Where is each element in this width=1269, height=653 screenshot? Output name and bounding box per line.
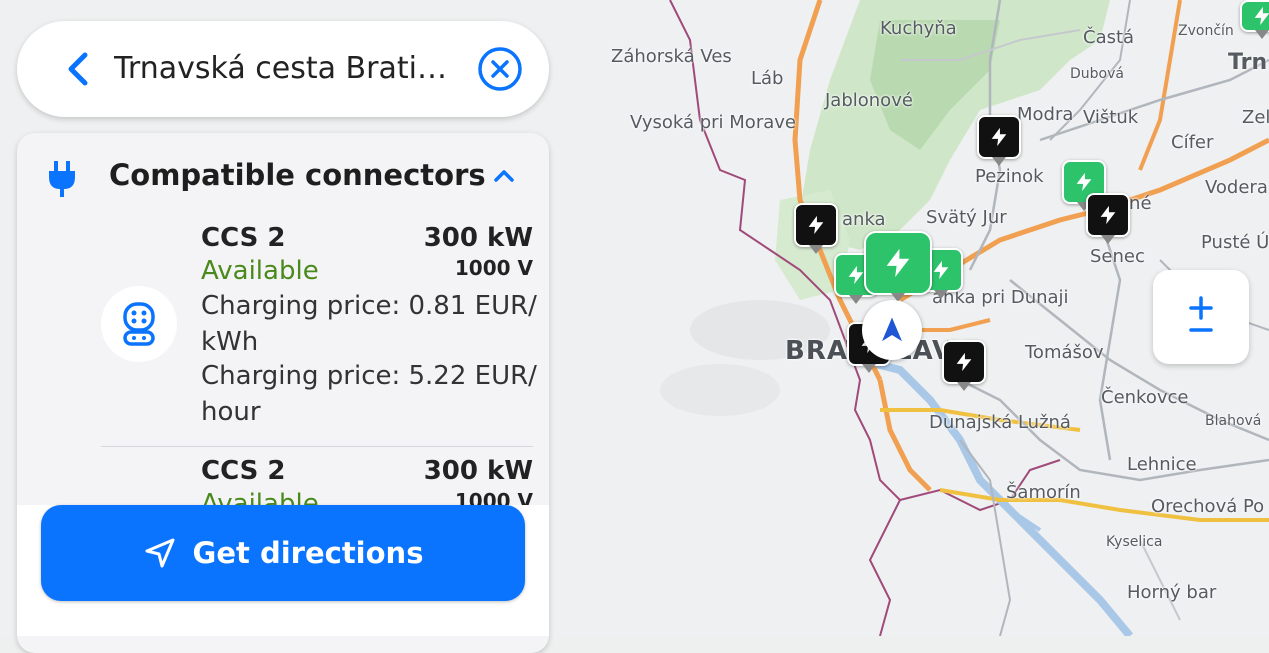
lightning-icon <box>1076 172 1092 192</box>
map-label: Trn <box>1228 50 1268 75</box>
charging-station-pin[interactable] <box>1240 0 1269 39</box>
zoom-button[interactable] <box>1153 270 1249 364</box>
connector-name: CCS 2 <box>201 456 286 486</box>
map-label: Senec <box>1090 246 1145 267</box>
map-label: anka <box>842 209 886 230</box>
map-label: Blahová <box>1205 413 1262 429</box>
map-label: Záhorská Ves <box>611 46 732 67</box>
divider <box>101 446 533 447</box>
connector-voltage: 1000 V <box>454 256 533 280</box>
charging-station-pin[interactable] <box>942 340 986 391</box>
close-circle-icon[interactable] <box>477 46 523 92</box>
map-label: Kuchyňa <box>880 18 957 39</box>
map-label: Kyselica <box>1106 534 1163 550</box>
connector-voltage: 1000 V <box>454 489 533 506</box>
map-label: Láb <box>751 68 784 89</box>
connector-power: 300 kW <box>423 223 533 253</box>
map-label: Lehnice <box>1127 454 1197 475</box>
map-label: Častá <box>1083 27 1135 48</box>
map-label: Zvončín <box>1178 23 1234 39</box>
plug-icon <box>45 161 79 197</box>
navigation-arrow-icon <box>145 538 175 568</box>
map-label: Vodera <box>1205 177 1268 198</box>
chevron-up-icon[interactable] <box>489 161 519 191</box>
connector-item: CCS 2 300 kW Available 1000 V <box>17 451 549 506</box>
connector-status: Available <box>201 256 319 286</box>
map-label: Zel <box>1242 107 1269 128</box>
lightning-icon <box>956 352 972 372</box>
search-bar[interactable]: Trnavská cesta Bratisl… <box>17 21 549 117</box>
connector-power: 300 kW <box>423 456 533 486</box>
lightning-icon <box>933 260 949 280</box>
lightning-icon <box>808 215 824 235</box>
lightning-icon <box>1100 205 1116 225</box>
panel-header[interactable]: Compatible connectors <box>17 155 549 199</box>
chevron-left-icon[interactable] <box>61 51 97 87</box>
lightning-icon <box>886 248 910 278</box>
map-label: Cífer <box>1171 132 1214 153</box>
ccs2-connector-icon <box>101 286 177 362</box>
get-directions-label: Get directions <box>192 536 424 570</box>
map-label: Vysoká pri Morave <box>630 112 796 133</box>
map-label: Svätý Jur <box>926 207 1007 228</box>
map-label: Dubová <box>1070 66 1124 82</box>
charging-price-time: Charging price: 5.22 EUR/ hour <box>201 361 537 427</box>
lightning-icon <box>1254 6 1269 26</box>
charging-station-pin[interactable] <box>977 115 1021 166</box>
map-label: Pusté Ú <box>1201 232 1269 253</box>
map-label: Jablonové <box>825 90 913 111</box>
charging-price-energy: Charging price: 0.81 EUR/ kWh <box>201 291 537 357</box>
connectors-list[interactable]: CCS 2 300 kW Available 1000 V Charging p… <box>17 218 549 506</box>
zoom-plus-minus-icon <box>1189 296 1213 332</box>
map-label: Pezinok <box>975 166 1044 187</box>
panel-title: Compatible connectors <box>109 158 486 192</box>
map-label: Horný bar <box>1127 582 1217 603</box>
charging-station-pin[interactable] <box>794 203 838 254</box>
map-label: Čenkovce <box>1101 387 1189 408</box>
location-arrow-icon <box>882 317 902 342</box>
map-label: Modra <box>1017 104 1074 125</box>
current-location-marker <box>862 300 922 360</box>
search-query[interactable]: Trnavská cesta Bratisl… <box>114 51 459 87</box>
connector-status: Available <box>201 489 319 506</box>
lightning-icon <box>991 127 1007 147</box>
get-directions-button[interactable]: Get directions <box>41 505 525 601</box>
map-label: Dunajská Lužná <box>929 412 1071 433</box>
charging-station-pin[interactable] <box>1086 193 1130 244</box>
map-label: Vištuk <box>1083 107 1139 128</box>
connector-name: CCS 2 <box>201 223 286 253</box>
map-label: Tomášov <box>1025 342 1104 363</box>
map-label: Šamorín <box>1006 482 1081 503</box>
charging-station-pin-large[interactable] <box>864 231 932 302</box>
map-label: Orechová Po <box>1151 496 1265 517</box>
